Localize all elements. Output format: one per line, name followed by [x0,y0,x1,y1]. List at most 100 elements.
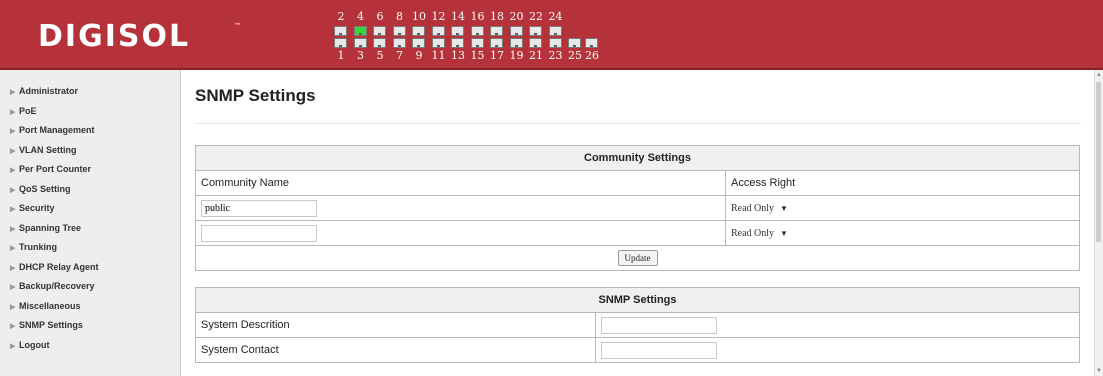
scrollbar-thumb[interactable] [1096,82,1101,242]
sidebar-item-dhcp-relay-agent[interactable]: ▶ DHCP Relay Agent [10,258,99,277]
port-number-label: 21 [529,49,543,62]
sidebar-nav: ▶ Administrator ▶ PoE ▶ Port Management ▶ VLAN … [0,70,181,376]
sidebar-item-port-management[interactable]: ▶ Port Management [10,121,95,140]
sidebar-item-qos-setting[interactable]: ▶ QoS Setting [10,180,71,199]
port-icon[interactable] [509,38,523,48]
port-icon[interactable] [451,26,464,36]
port-icon[interactable] [431,26,445,36]
sidebar-item-label: Logout [19,339,50,350]
port-number-label: 4 [357,10,364,23]
arrow-bullet-icon: ▶ [10,186,16,194]
port-number-label: 22 [529,10,543,23]
port-icon[interactable] [373,38,386,48]
table-cell [595,312,1080,338]
sidebar-item-logout[interactable]: ▶ Logout [10,336,50,355]
sidebar-item-spanning-tree[interactable]: ▶ Spanning Tree [10,219,81,238]
sidebar-item-label: Per Port Counter [19,164,92,174]
sidebar-item-trunking[interactable]: ▶ Trunking [10,238,57,257]
arrow-bullet-icon: ▶ [10,128,16,135]
table-cell [195,220,726,246]
port-number-label: 2 [337,10,345,23]
table-cell: Update [195,245,1080,271]
sidebar-item-label: Port Management [19,125,95,135]
system-description-label: System Descrition [195,312,596,338]
port-number-label: 23 [548,49,563,62]
sidebar-item-poe[interactable]: ▶ PoE [10,102,37,121]
port-icon[interactable] [353,38,367,48]
uplink-port-icon[interactable] [568,38,581,48]
arrow-bullet-icon: ▶ [10,225,16,233]
scrollbar[interactable]: ▲ ▼ [1094,70,1103,376]
port-number-label: 13 [451,49,465,62]
port-number-label: 1 [337,49,345,62]
sidebar-item-label: Miscellaneous [19,300,81,311]
port-icon[interactable] [392,38,406,48]
port-icon[interactable] [548,38,562,48]
sidebar-item-snmp-settings[interactable]: ▶ SNMP Settings [10,316,83,335]
chevron-down-icon: ▼ [780,204,788,213]
sidebar-item-vlan-setting[interactable]: ▶ VLAN Setting [10,141,77,160]
arrow-bullet-icon: ▶ [10,147,16,155]
arrow-bullet-icon: ▶ [10,206,16,213]
sidebar-item-administrator[interactable]: ▶ Administrator [10,82,78,101]
community-name-input[interactable] [201,224,317,242]
port-number-label: 6 [376,10,384,23]
system-contact-label: System Contact [195,337,596,363]
port-icon[interactable] [529,26,542,36]
column-header-community-name: Community Name [195,170,726,196]
update-button[interactable]: Update [617,250,658,266]
port-number-label: 18 [490,10,504,23]
uplink-port-icon[interactable] [585,38,598,48]
port-number-label: 19 [509,49,524,62]
access-right-value: Read Only [731,203,775,214]
chevron-down-icon: ▼ [780,229,788,238]
sidebar-item-label: Spanning Tree [19,222,82,233]
port-icon[interactable] [470,26,484,36]
sidebar-item-label: Administrator [19,86,79,96]
community-name-input[interactable] [201,199,317,217]
access-right-select[interactable]: Read Only ▼ [731,203,788,214]
scroll-down-icon[interactable]: ▼ [1096,368,1102,374]
table-row: Read Only ▼ [195,220,1080,246]
port-icon[interactable] [451,38,464,48]
access-right-select[interactable]: Read Only ▼ [731,228,788,239]
table-cell [595,337,1080,363]
port-icon[interactable] [373,26,386,36]
port-icon[interactable] [490,26,503,36]
arrow-bullet-icon: ▶ [10,89,16,96]
system-contact-input[interactable] [601,341,717,359]
sidebar-item-label: PoE [19,105,37,116]
sidebar-item-miscellaneous[interactable]: ▶ Miscellaneous [10,297,81,316]
scroll-up-icon[interactable]: ▲ [1096,72,1102,78]
port-icon[interactable] [490,38,503,48]
page-title: SNMP Settings [195,86,316,105]
main-content: SNMP Settings Community Settings Communi… [181,70,1095,376]
arrow-bullet-icon: ▶ [10,342,16,350]
sidebar-item-per-port-counter[interactable]: ▶ Per Port Counter [10,160,91,179]
port-icon[interactable] [334,38,347,48]
port-icon[interactable] [529,38,542,48]
port-icon[interactable] [412,38,425,48]
sidebar-item-backup-recovery[interactable]: ▶ Backup/Recovery [10,277,95,296]
system-description-input[interactable] [601,316,717,334]
port-icon[interactable] [431,38,445,48]
arrow-bullet-icon: ▶ [10,284,16,291]
port-icon[interactable] [548,26,562,36]
arrow-bullet-icon: ▶ [10,167,16,174]
port-number-label: 24 [548,10,563,23]
port-icon[interactable] [334,26,347,36]
sidebar-item-label: DHCP Relay Agent [19,261,99,272]
port-icon[interactable] [353,26,367,36]
sidebar-item-security[interactable]: ▶ Security [10,199,55,218]
snmp-settings-table: SNMP Settings System Descrition System C… [195,287,1080,363]
sidebar-item-label: Backup/Recovery [19,281,95,291]
port-icon[interactable] [392,26,406,36]
port-icon[interactable] [470,38,484,48]
arrow-bullet-icon: ▶ [10,303,16,311]
port-icon[interactable] [509,26,523,36]
header-banner: DIGISOL ™ 2 4 6 8 10 12 14 16 18 20 22 24 1 3 5 7 9 11 13 1… [0,0,1103,70]
table-cell [195,195,726,221]
port-icon[interactable] [412,26,425,36]
arrow-bullet-icon: ▶ [10,245,16,252]
port-number-label: 17 [490,49,504,62]
